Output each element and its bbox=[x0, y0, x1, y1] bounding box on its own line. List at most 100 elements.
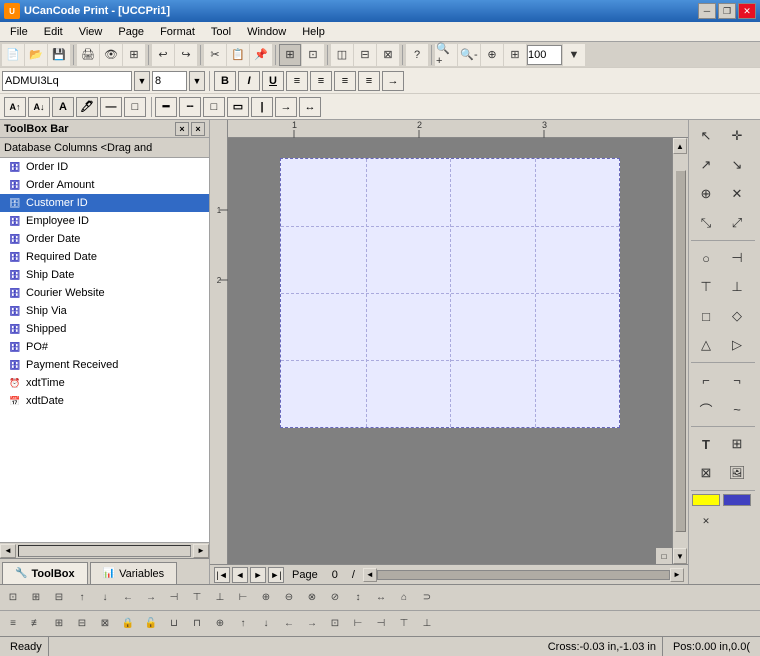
restore-button[interactable]: ❐ bbox=[718, 3, 736, 19]
bt2-btn-4[interactable]: ⊟ bbox=[71, 613, 93, 635]
paste-button[interactable]: 📌 bbox=[250, 44, 272, 66]
tool-plus-select[interactable]: ⊕ bbox=[691, 180, 721, 208]
col-order-id[interactable]: 🗄 Order ID bbox=[0, 158, 209, 176]
tool-diamond[interactable]: ◇ bbox=[722, 302, 752, 330]
col-employee-id[interactable]: 🗄 Employee ID bbox=[0, 212, 209, 230]
box-btn[interactable]: □ bbox=[203, 97, 225, 117]
menu-format[interactable]: Format bbox=[152, 25, 203, 39]
tool-center[interactable]: ⊥ bbox=[722, 273, 752, 301]
bt2-btn-12[interactable]: ↓ bbox=[255, 613, 277, 635]
tab-variables[interactable]: 📊 Variables bbox=[90, 562, 178, 584]
tool-color1[interactable] bbox=[692, 494, 720, 506]
bt2-btn-19[interactable]: ⊥ bbox=[416, 613, 438, 635]
align-center-text-button[interactable]: ≡ bbox=[310, 71, 332, 91]
menu-view[interactable]: View bbox=[71, 25, 111, 39]
tool-v-extend[interactable]: ⊤ bbox=[691, 273, 721, 301]
panel-pin-btn[interactable]: × bbox=[175, 122, 189, 136]
arrow2-btn[interactable]: ↔ bbox=[299, 97, 321, 117]
col-xdt-date[interactable]: 📅 xdtDate bbox=[0, 392, 209, 410]
tool-cross[interactable]: ✕ bbox=[722, 180, 752, 208]
bt2-btn-2[interactable]: ≢ bbox=[25, 613, 47, 635]
underline-button[interactable]: U bbox=[262, 71, 284, 91]
tool-checkbox[interactable]: ⊠ bbox=[691, 459, 721, 487]
align-left-text-button[interactable]: ≡ bbox=[286, 71, 308, 91]
bt-btn-15[interactable]: ⊘ bbox=[324, 587, 346, 609]
canvas-h-scrollbar[interactable]: ◄ ► bbox=[363, 568, 684, 582]
bt-btn-16[interactable]: ↕ bbox=[347, 587, 369, 609]
col-xdt-time[interactable]: ⏰ xdtTime bbox=[0, 374, 209, 392]
canvas-scroll-thumb-h[interactable] bbox=[377, 570, 670, 580]
bg-color-btn[interactable]: 🖊 bbox=[76, 97, 98, 117]
menu-edit[interactable]: Edit bbox=[36, 25, 71, 39]
align-left-button[interactable]: ◫ bbox=[331, 44, 353, 66]
bt-btn-2[interactable]: ⊞ bbox=[25, 587, 47, 609]
tab-toolbox[interactable]: 🔧 ToolBox bbox=[2, 562, 88, 584]
col-ship-via[interactable]: 🗄 Ship Via bbox=[0, 302, 209, 320]
scroll-track[interactable] bbox=[18, 545, 191, 557]
zoom-fit-button[interactable]: ⊞ bbox=[504, 44, 526, 66]
align-right-button[interactable]: ⊠ bbox=[377, 44, 399, 66]
first-page-btn[interactable]: |◄ bbox=[214, 567, 230, 583]
bt-btn-14[interactable]: ⊗ bbox=[301, 587, 323, 609]
align-center-button[interactable]: ⊟ bbox=[354, 44, 376, 66]
menu-help[interactable]: Help bbox=[294, 25, 333, 39]
menu-file[interactable]: File bbox=[2, 25, 36, 39]
col-required-date[interactable]: 🗄 Required Date bbox=[0, 248, 209, 266]
scroll-thumb-v[interactable] bbox=[675, 170, 686, 532]
copy-button[interactable]: 📋 bbox=[227, 44, 249, 66]
help-button[interactable]: ? bbox=[406, 44, 428, 66]
tool-diagonal[interactable]: ⤡ bbox=[691, 209, 721, 237]
bt-btn-1[interactable]: ⊡ bbox=[2, 587, 24, 609]
tool-select[interactable]: ↖ bbox=[691, 122, 721, 150]
bt-btn-3[interactable]: ⊟ bbox=[48, 587, 70, 609]
panel-close-btn[interactable]: × bbox=[191, 122, 205, 136]
bt-btn-6[interactable]: ← bbox=[117, 587, 139, 609]
grid-button[interactable]: ⊞ bbox=[279, 44, 301, 66]
font-size-input[interactable] bbox=[152, 71, 187, 91]
tool-diagonal2[interactable]: ⤢ bbox=[722, 209, 752, 237]
bt-btn-18[interactable]: ⌂ bbox=[393, 587, 415, 609]
bt-btn-5[interactable]: ↓ bbox=[94, 587, 116, 609]
bt2-btn-1[interactable]: ≡ bbox=[2, 613, 24, 635]
border2-btn[interactable]: □ bbox=[124, 97, 146, 117]
box2-btn[interactable]: ▭ bbox=[227, 97, 249, 117]
font-family-input[interactable] bbox=[2, 71, 132, 91]
zoom-in-button[interactable]: 🔍+ bbox=[435, 44, 457, 66]
line-btn[interactable]: ━ bbox=[155, 97, 177, 117]
font-dropdown-btn[interactable]: ▼ bbox=[134, 71, 150, 91]
last-page-btn[interactable]: ►| bbox=[268, 567, 284, 583]
canvas-scroll-left-btn[interactable]: ◄ bbox=[363, 568, 377, 582]
bt2-btn-8[interactable]: ⊔ bbox=[163, 613, 185, 635]
italic-button[interactable]: I bbox=[238, 71, 260, 91]
bt2-btn-13[interactable]: ← bbox=[278, 613, 300, 635]
tool-arrow-up-right[interactable]: ↗ bbox=[691, 151, 721, 179]
col-ship-date[interactable]: 🗄 Ship Date bbox=[0, 266, 209, 284]
tool-neg[interactable]: ¬ bbox=[722, 366, 752, 394]
scroll-left-btn[interactable]: ◄ bbox=[0, 544, 16, 558]
snap-button[interactable]: ⊡ bbox=[302, 44, 324, 66]
print-button[interactable]: 🖨 bbox=[77, 44, 99, 66]
col-shipped[interactable]: 🗄 Shipped bbox=[0, 320, 209, 338]
col-payment-received[interactable]: 🗄 Payment Received bbox=[0, 356, 209, 374]
scroll-up-btn[interactable]: ▲ bbox=[673, 138, 687, 154]
bold-button[interactable]: B bbox=[214, 71, 236, 91]
bt2-btn-7[interactable]: 🔓 bbox=[140, 613, 162, 635]
cut-button[interactable]: ✂ bbox=[204, 44, 226, 66]
zoom-out-button[interactable]: 🔍- bbox=[458, 44, 480, 66]
bt-btn-10[interactable]: ⊥ bbox=[209, 587, 231, 609]
panel-scrollbar[interactable]: ◄ ► bbox=[0, 542, 209, 558]
bt2-btn-14[interactable]: → bbox=[301, 613, 323, 635]
col-po[interactable]: 🗄 PO# bbox=[0, 338, 209, 356]
bt2-btn-9[interactable]: ⊓ bbox=[186, 613, 208, 635]
bt2-btn-5[interactable]: ⊠ bbox=[94, 613, 116, 635]
col-order-date[interactable]: 🗄 Order Date bbox=[0, 230, 209, 248]
tool-text[interactable]: T bbox=[691, 430, 721, 458]
zoom-dropdown[interactable]: ▼ bbox=[563, 44, 585, 66]
bt2-btn-18[interactable]: ⊤ bbox=[393, 613, 415, 635]
bt2-btn-10[interactable]: ⊕ bbox=[209, 613, 231, 635]
preview-button[interactable]: 👁 bbox=[100, 44, 122, 66]
tool-arrow-right[interactable]: ▷ bbox=[722, 331, 752, 359]
tool-corner[interactable]: ⌐ bbox=[691, 366, 721, 394]
col-customer-id[interactable]: 🗄 Customer ID bbox=[0, 194, 209, 212]
scroll-right-btn[interactable]: ► bbox=[193, 544, 209, 558]
